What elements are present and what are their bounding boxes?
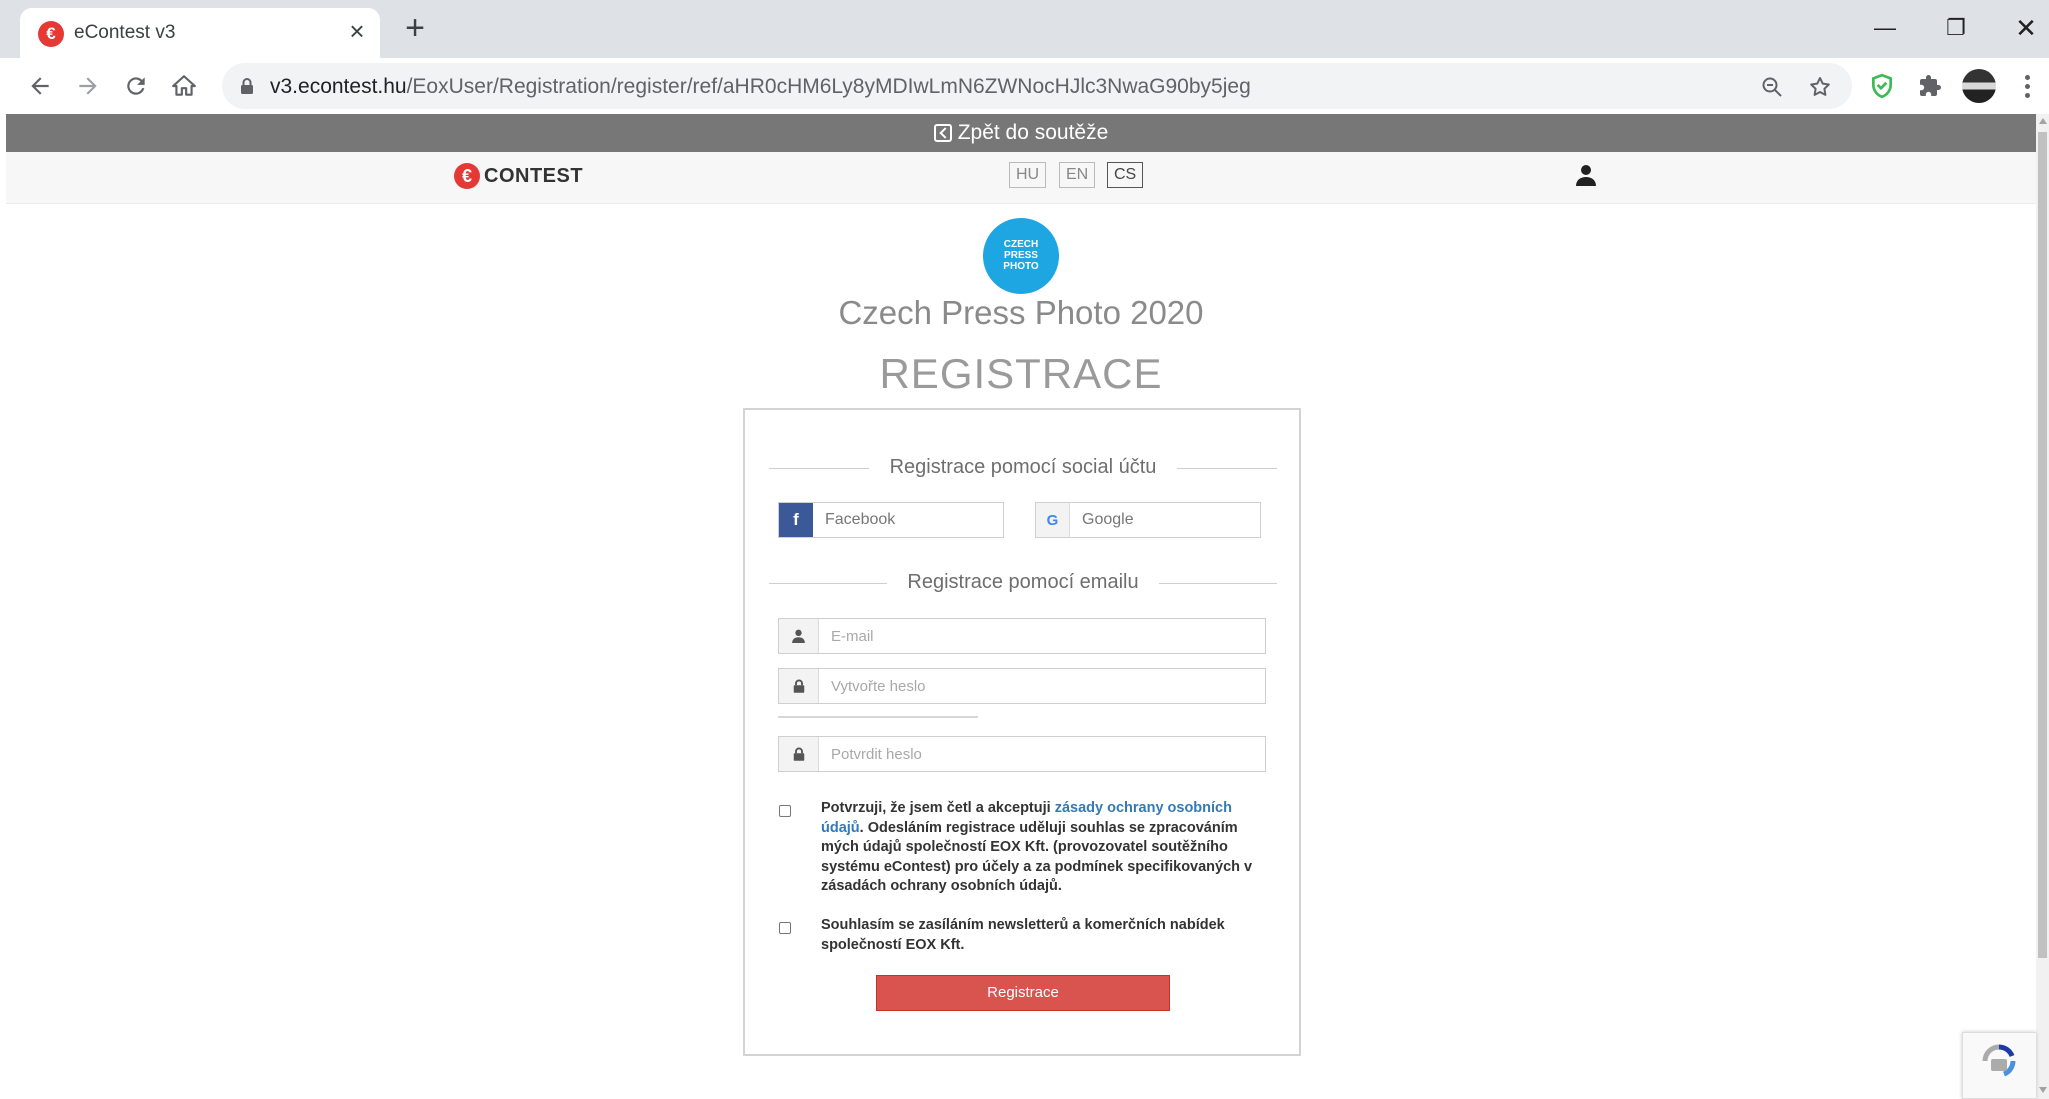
- tab-close-icon[interactable]: ×: [344, 18, 370, 44]
- browser-toolbar: v3.econtest.hu/EoxUser/Registration/regi…: [0, 58, 2049, 114]
- email-input[interactable]: [819, 619, 1265, 653]
- newsletter-consent-text: Souhlasím se zasíláním newsletterů a kom…: [821, 917, 1225, 953]
- back-to-contest-link[interactable]: Zpět do soutěže: [933, 121, 1109, 145]
- email-registration-title: Registrace pomocí emailu: [769, 571, 1277, 594]
- reload-icon[interactable]: [118, 68, 154, 104]
- scrollbar-thumb[interactable]: [2038, 132, 2047, 958]
- google-icon: G: [1036, 503, 1070, 537]
- language-cs-button[interactable]: CS: [1107, 162, 1144, 188]
- recaptcha-icon: [1982, 1044, 2016, 1077]
- privacy-consent-text-end: . Odesláním registrace uděluji souhlas s…: [821, 819, 1253, 895]
- lock-icon: [779, 737, 819, 771]
- privacy-consent-text: Potvrzuji, že jsem četl a akceptuji zása…: [821, 799, 1271, 897]
- econtest-favicon-icon: €: [38, 21, 64, 47]
- tab-strip: € eContest v3 × + — ❐ ✕: [0, 0, 2049, 58]
- scroll-down-arrow-icon[interactable]: [2039, 1087, 2047, 1093]
- password-input[interactable]: [819, 669, 1265, 703]
- browser-menu-icon[interactable]: [2014, 70, 2040, 102]
- user-icon: [779, 619, 819, 653]
- window-close-button[interactable]: ✕: [2003, 10, 2049, 46]
- tab-title: eContest v3: [74, 22, 176, 43]
- badge-line: PHOTO: [1003, 261, 1039, 272]
- bookmark-star-icon[interactable]: [1806, 73, 1834, 101]
- page-scrollbar[interactable]: [2036, 114, 2049, 1099]
- econtest-logo-icon: €: [454, 163, 480, 189]
- address-bar[interactable]: v3.econtest.hu/EoxUser/Registration/regi…: [222, 63, 1852, 109]
- newsletter-consent-checkbox[interactable]: [779, 922, 791, 934]
- shield-extension-icon[interactable]: [1866, 70, 1898, 102]
- badge-line: PRESS: [1004, 250, 1038, 261]
- facebook-icon: f: [779, 503, 813, 537]
- privacy-consent-text-start: Potvrzuji, že jsem četl a akceptuji: [821, 800, 1055, 816]
- google-label: Google: [1082, 511, 1134, 528]
- register-button[interactable]: Registrace: [876, 975, 1170, 1011]
- facebook-label: Facebook: [825, 511, 896, 528]
- browser-window: € eContest v3 × + — ❐ ✕ v3.econtest.hu/E…: [0, 0, 2049, 1099]
- home-icon[interactable]: [166, 68, 202, 104]
- lock-icon: [779, 669, 819, 703]
- logo-text: CONTEST: [484, 164, 584, 187]
- password-strength-bar: [778, 716, 978, 718]
- registration-form: Registrace pomocí social účtu f Facebook…: [743, 408, 1301, 1056]
- language-en-button[interactable]: EN: [1059, 162, 1096, 188]
- privacy-consent-checkbox[interactable]: [779, 805, 791, 817]
- facebook-login-button[interactable]: f Facebook: [778, 502, 1004, 538]
- forward-arrow-icon[interactable]: [70, 68, 106, 104]
- social-registration-title: Registrace pomocí social účtu: [769, 456, 1277, 479]
- page-title: REGISTRACE: [879, 350, 1163, 397]
- email-field-group: [778, 618, 1266, 654]
- back-arrow-icon[interactable]: [22, 68, 58, 104]
- url-path: /EoxUser/Registration/register/ref/aHR0c…: [406, 75, 1251, 98]
- lock-icon[interactable]: [236, 75, 258, 97]
- google-login-button[interactable]: G Google: [1035, 502, 1261, 538]
- back-square-icon: [933, 124, 952, 142]
- confirm-password-field-group: [778, 736, 1266, 772]
- user-icon[interactable]: [1576, 164, 1600, 190]
- recaptcha-badge[interactable]: [1962, 1032, 2036, 1099]
- tab-econtest[interactable]: € eContest v3 ×: [20, 8, 380, 58]
- extensions-puzzle-icon[interactable]: [1914, 70, 1946, 102]
- back-to-contest-bar[interactable]: Zpět do soutěže: [6, 114, 2036, 152]
- window-minimize-button[interactable]: —: [1862, 10, 1908, 46]
- url-text[interactable]: v3.econtest.hu/EoxUser/Registration/regi…: [270, 75, 1251, 99]
- zoom-icon[interactable]: [1758, 73, 1786, 101]
- new-tab-button[interactable]: +: [400, 11, 430, 45]
- password-field-group: [778, 668, 1266, 704]
- url-host: v3.econtest.hu: [270, 75, 407, 98]
- econtest-logo[interactable]: € CONTEST: [454, 163, 583, 189]
- window-restore-button[interactable]: ❐: [1933, 10, 1979, 46]
- confirm-password-input[interactable]: [819, 737, 1265, 771]
- scroll-up-arrow-icon[interactable]: [2039, 118, 2047, 124]
- contest-title: Czech Press Photo 2020: [838, 294, 1204, 331]
- back-to-contest-label: Zpět do soutěže: [957, 121, 1109, 144]
- page-viewport: Zpět do soutěže € CONTEST HU EN CS CZECH…: [6, 114, 2036, 1099]
- language-hu-button[interactable]: HU: [1009, 162, 1047, 188]
- profile-avatar[interactable]: [1962, 69, 1996, 103]
- badge-line: CZECH: [1003, 239, 1039, 250]
- czech-press-photo-badge: CZECH PRESS PHOTO: [983, 218, 1059, 294]
- site-header: € CONTEST HU EN CS: [6, 152, 2036, 204]
